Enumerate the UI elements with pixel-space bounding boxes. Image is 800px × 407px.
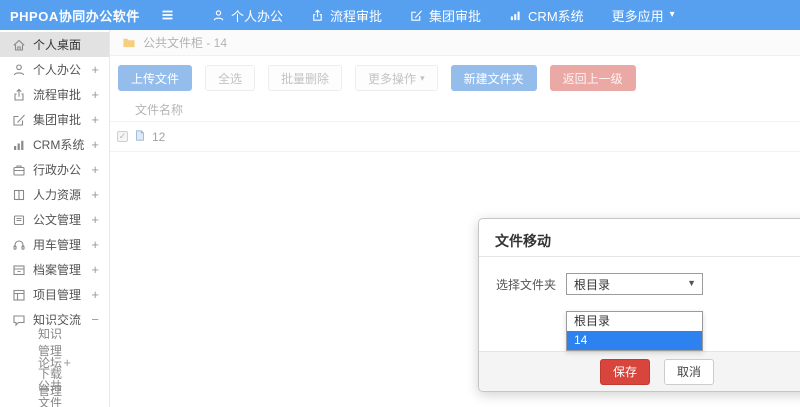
caret-down-icon: ▾ bbox=[420, 72, 425, 83]
sidebar-item-knowledge-exchange[interactable]: 知识交流 − bbox=[0, 307, 109, 332]
sidebar-item-archive-mgmt[interactable]: 档案管理 + bbox=[0, 257, 109, 282]
dialog-header: 文件移动 bbox=[479, 219, 800, 257]
select-caret-icon: ▼ bbox=[687, 278, 696, 288]
headset-icon bbox=[12, 238, 26, 252]
option-14[interactable]: 14 bbox=[567, 331, 702, 350]
user-icon bbox=[212, 9, 225, 22]
document-icon bbox=[12, 213, 26, 227]
row-checkbox-checked[interactable]: ✓ bbox=[117, 131, 128, 142]
topbar: PHPOA协同办公软件 个人办公 流程审批 集团审批 CRM系统 更多应用 ▾ bbox=[0, 0, 800, 30]
bar-chart-icon bbox=[509, 9, 522, 22]
file-name: 12 bbox=[152, 129, 166, 144]
sidebar-item-project-mgmt[interactable]: 项目管理 + bbox=[0, 282, 109, 307]
go-back-button[interactable]: 返回上一级 bbox=[549, 65, 636, 91]
more-actions-button[interactable]: 更多操作 ▾ bbox=[355, 65, 438, 91]
sidebar-item-hr[interactable]: 人力资源 + bbox=[0, 182, 109, 207]
sidebar: 个人桌面 个人办公 + 流程审批 + 集团审批 + CRM系统 + 行政办公 +… bbox=[0, 30, 110, 407]
sidebar-item-personal-desktop[interactable]: 个人桌面 bbox=[0, 32, 109, 57]
select-all-button[interactable]: 全选 bbox=[205, 65, 256, 91]
selected-folder-value: 根目录 bbox=[574, 277, 611, 292]
user-icon bbox=[12, 63, 26, 77]
app-logo: PHPOA协同办公软件 bbox=[10, 8, 140, 24]
sidebar-item-personal-office[interactable]: 个人办公 + bbox=[0, 57, 109, 82]
upload-file-button[interactable]: 上传文件 bbox=[118, 65, 193, 91]
share-upload-icon bbox=[311, 9, 324, 22]
folder-select[interactable]: 根目录 ▼ bbox=[566, 273, 703, 295]
edit-icon bbox=[410, 9, 423, 22]
dialog-footer: 保存 取消 bbox=[479, 351, 800, 391]
share-upload-icon bbox=[12, 88, 26, 102]
file-row[interactable]: ✓ 12 bbox=[110, 122, 800, 152]
select-folder-label: 选择文件夹 bbox=[496, 277, 557, 292]
dialog-title: 文件移动 bbox=[495, 233, 551, 249]
hamburger-menu-icon[interactable] bbox=[148, 8, 186, 22]
sidebar-subitem-public-file-cabinet[interactable]: 公共文件柜 bbox=[0, 379, 109, 407]
book-icon bbox=[12, 188, 26, 202]
top-navigation: 个人办公 流程审批 集团审批 CRM系统 更多应用 ▾ bbox=[198, 0, 689, 30]
sidebar-item-crm[interactable]: CRM系统 + bbox=[0, 132, 109, 157]
sidebar-item-vehicle-mgmt[interactable]: 用车管理 + bbox=[0, 232, 109, 257]
nav-personal-office[interactable]: 个人办公 bbox=[198, 0, 297, 30]
cancel-button[interactable]: 取消 bbox=[664, 358, 715, 385]
home-icon bbox=[12, 38, 26, 52]
option-root-directory[interactable]: 根目录 bbox=[567, 312, 702, 331]
nav-group-approval[interactable]: 集团审批 bbox=[396, 0, 495, 30]
archive-icon bbox=[12, 263, 26, 277]
batch-delete-button[interactable]: 批量删除 bbox=[268, 65, 343, 91]
project-grid-icon bbox=[12, 288, 26, 302]
nav-crm-system[interactable]: CRM系统 bbox=[495, 0, 598, 30]
nav-workflow-approval[interactable]: 流程审批 bbox=[297, 0, 396, 30]
caret-down-icon: ▾ bbox=[669, 9, 675, 20]
breadcrumb-text: 公共文件柜 - 14 bbox=[143, 36, 228, 50]
briefcase-icon bbox=[12, 163, 26, 177]
edit-icon bbox=[12, 113, 26, 127]
move-file-dialog: 文件移动 选择文件夹 根目录 ▼ 根目录 14 保存 取消 bbox=[478, 218, 800, 392]
sidebar-item-document-mgmt[interactable]: 公文管理 + bbox=[0, 207, 109, 232]
chat-bubble-icon bbox=[12, 313, 26, 327]
file-icon bbox=[134, 129, 146, 145]
new-folder-button[interactable]: 新建文件夹 bbox=[450, 65, 537, 91]
sidebar-subitem-knowledge-mgmt[interactable]: 知识管理 bbox=[0, 327, 109, 358]
nav-more-apps[interactable]: 更多应用 ▾ bbox=[598, 0, 689, 30]
bar-chart-icon bbox=[12, 138, 26, 152]
sidebar-item-group-approval[interactable]: 集团审批 + bbox=[0, 107, 109, 132]
save-button[interactable]: 保存 bbox=[599, 358, 650, 385]
toolbar: 上传文件 全选 批量删除 更多操作 ▾ 新建文件夹 返回上一级 bbox=[110, 56, 800, 91]
folder-select-dropdown: 根目录 14 bbox=[566, 311, 703, 351]
sidebar-item-workflow-approval[interactable]: 流程审批 + bbox=[0, 82, 109, 107]
breadcrumb: 公共文件柜 - 14 bbox=[110, 30, 800, 56]
file-list-header: 文件名称 bbox=[110, 98, 800, 122]
folder-icon bbox=[122, 36, 136, 49]
sidebar-item-admin-office[interactable]: 行政办公 + bbox=[0, 157, 109, 182]
